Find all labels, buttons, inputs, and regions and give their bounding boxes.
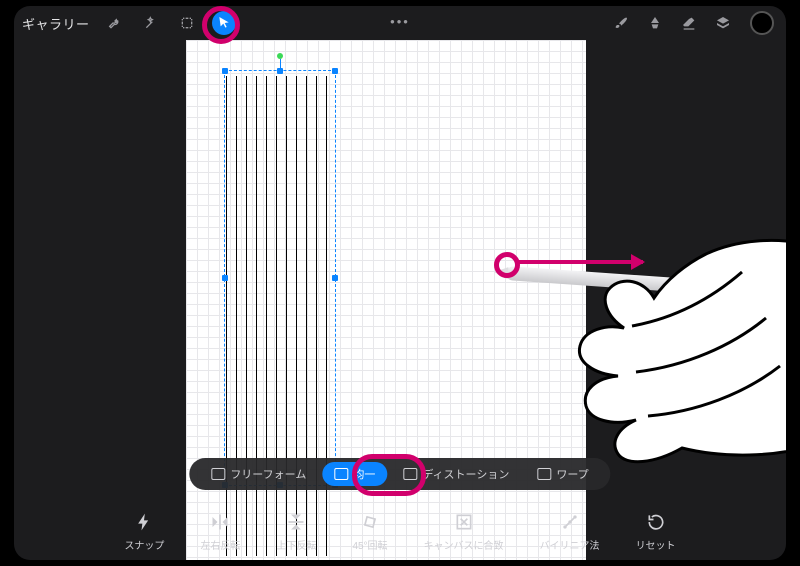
mode-label: フリーフォーム	[230, 466, 306, 482]
fit-icon	[453, 511, 475, 533]
handle-tl[interactable]	[222, 68, 228, 74]
annotation-drag-arrow	[517, 260, 643, 264]
flip-v-icon	[285, 511, 307, 533]
top-toolbar: ギャラリー •••	[14, 6, 786, 40]
action-label: リセット	[636, 537, 676, 552]
action-label: キャンバスに合致	[424, 537, 504, 552]
action-label: 45°回転	[352, 537, 387, 552]
transform-bbox[interactable]	[224, 70, 336, 486]
action-label: 上下反転	[276, 537, 316, 552]
mode-distortion[interactable]: ディストーション	[391, 462, 521, 486]
eraser-icon[interactable]	[678, 12, 700, 34]
action-flip-h[interactable]: 左右反転	[200, 511, 240, 552]
action-reset[interactable]: リセット	[636, 511, 676, 552]
bolt-icon	[133, 511, 155, 533]
layers-icon[interactable]	[712, 12, 734, 34]
mode-icon	[403, 468, 417, 480]
handle-tr[interactable]	[332, 68, 338, 74]
reset-icon	[645, 511, 667, 533]
handle-lm[interactable]	[222, 275, 228, 281]
wand-icon[interactable]	[140, 12, 162, 34]
action-flip-v[interactable]: 上下反転	[276, 511, 316, 552]
mode-icon	[537, 468, 551, 480]
action-label: バイリニア法	[540, 537, 600, 552]
action-label: 左右反転	[200, 537, 240, 552]
action-rotate45[interactable]: 45°回転	[352, 511, 387, 552]
handle-rm[interactable]	[332, 275, 338, 281]
selection-icon[interactable]	[176, 12, 198, 34]
mode-icon	[334, 468, 348, 480]
right-tools	[604, 6, 778, 40]
mode-freeform[interactable]: フリーフォーム	[199, 462, 318, 486]
flip-h-icon	[209, 511, 231, 533]
gallery-button[interactable]: ギャラリー	[22, 14, 90, 33]
mode-warp[interactable]: ワープ	[525, 462, 600, 486]
rotate-icon	[359, 511, 381, 533]
smudge-icon[interactable]	[644, 12, 666, 34]
mode-icon	[211, 468, 225, 480]
action-fit[interactable]: キャンバスに合致	[424, 511, 504, 552]
mode-uniform[interactable]: 均一	[322, 462, 387, 486]
rotation-handle[interactable]	[277, 53, 283, 59]
interpolation-icon	[559, 511, 581, 533]
more-icon[interactable]: •••	[390, 14, 410, 29]
cursor-icon[interactable]	[212, 11, 236, 35]
wrench-icon[interactable]	[104, 12, 126, 34]
action-bilinear[interactable]: バイリニア法	[540, 511, 600, 552]
action-snap[interactable]: スナップ	[124, 511, 164, 552]
action-label: スナップ	[124, 537, 164, 552]
color-swatch[interactable]	[750, 11, 774, 35]
mode-label: 均一	[353, 466, 375, 482]
mode-label: ディストーション	[422, 466, 509, 482]
handle-tm[interactable]	[277, 68, 283, 74]
hand-illustration	[536, 206, 786, 466]
brush-icon[interactable]	[610, 12, 632, 34]
transform-mode-bar: フリーフォーム 均一 ディストーション ワープ	[189, 458, 610, 490]
mode-label: ワープ	[556, 466, 588, 482]
transform-action-bar: スナップ 左右反転 上下反転 45°回転 キャンバスに合致 バイリニア法 リセッ…	[14, 511, 786, 552]
